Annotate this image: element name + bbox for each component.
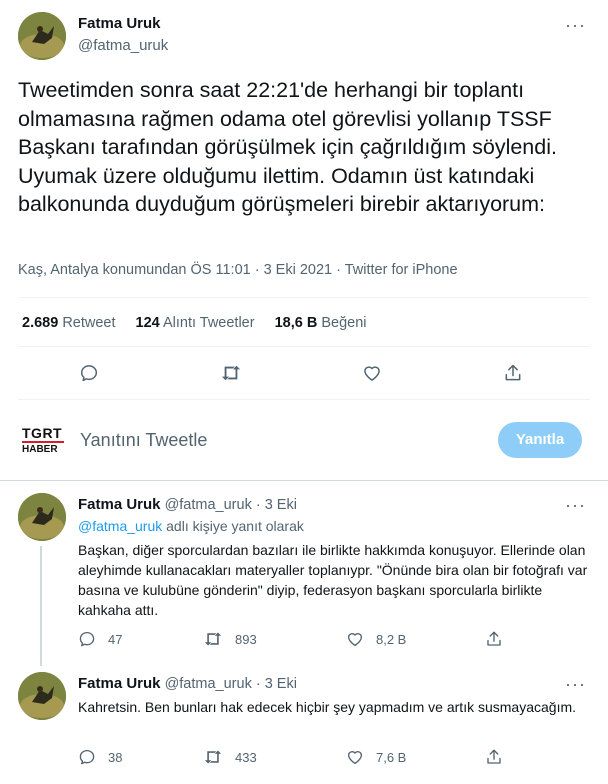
- replying-to-label: adlı kişiye yanıt olarak: [166, 518, 304, 534]
- reply-icon: [79, 631, 95, 647]
- retweet-action[interactable]: 893: [203, 630, 257, 648]
- like-action[interactable]: 8,2 B: [346, 630, 406, 648]
- reply-input[interactable]: Yanıtını Tweetle: [80, 430, 460, 451]
- like-icon: [347, 751, 363, 765]
- reply-avatar[interactable]: [18, 493, 66, 541]
- retweets-label: Retweet: [62, 315, 116, 331]
- retweets-count: 2.689: [22, 315, 59, 331]
- reply-author-handle[interactable]: @fatma_uruk: [165, 676, 252, 692]
- avatar-image: [18, 672, 66, 720]
- likes-label: Beğeni: [321, 315, 367, 331]
- replying-to-handle[interactable]: @fatma_uruk: [78, 518, 162, 534]
- retweet-count: 433: [235, 749, 257, 765]
- reply-count: 38: [108, 749, 123, 765]
- share-icon: [487, 749, 501, 764]
- reply-text: Kahretsin. Ben bunları hak edecek hiçbir…: [78, 699, 577, 715]
- share-action[interactable]: [485, 630, 503, 648]
- reply-icon[interactable]: [79, 363, 99, 383]
- reply-author-name[interactable]: Fatma Uruk: [78, 675, 161, 692]
- retweet-icon: [204, 750, 222, 764]
- more-options-icon[interactable]: ···: [565, 675, 586, 693]
- tgrt-logo-bottom: HABER: [22, 444, 58, 455]
- tgrt-logo-top: TGRT: [22, 425, 63, 441]
- likes-stat[interactable]: 18,6 B Beğeni: [275, 315, 367, 331]
- reply-avatar[interactable]: [18, 672, 66, 720]
- tweet-stats: 2.689 Retweet 124 Alıntı Tweetler 18,6 B…: [22, 315, 367, 331]
- like-action[interactable]: 7,6 B: [346, 748, 406, 766]
- avatar-image: [18, 493, 66, 541]
- reply-date[interactable]: · 3 Eki: [256, 676, 297, 692]
- share-icon: [487, 631, 501, 646]
- tweet-text: Tweetimden sonra saat 22:21'de herhangi …: [18, 78, 557, 216]
- reply-action[interactable]: 47: [78, 630, 122, 648]
- author-handle[interactable]: @fatma_uruk: [78, 37, 168, 54]
- author-name[interactable]: Fatma Uruk: [78, 15, 161, 32]
- retweet-icon[interactable]: [220, 363, 242, 383]
- share-icon[interactable]: [503, 363, 523, 383]
- reply-icon: [79, 749, 95, 765]
- likes-count: 18,6 B: [274, 315, 318, 331]
- reply-author-name[interactable]: Fatma Uruk: [78, 496, 161, 513]
- share-action[interactable]: [485, 748, 503, 766]
- tweet-meta[interactable]: Kaş, Antalya konumundan ÖS 11:01 · 3 Eki…: [18, 262, 458, 278]
- reply-text: Başkan, diğer sporculardan bazıları ile …: [78, 542, 588, 618]
- like-count: 8,2 B: [376, 631, 407, 647]
- like-icon[interactable]: [362, 363, 382, 383]
- reply-action[interactable]: 38: [78, 748, 122, 766]
- retweet-action[interactable]: 433: [203, 748, 257, 766]
- reply-submit-button[interactable]: Yanıtla: [498, 422, 582, 458]
- reply-header: Fatma Uruk @fatma_uruk · 3 Eki: [78, 496, 297, 513]
- composer-avatar[interactable]: TGRT HABER: [18, 416, 66, 464]
- reply-date[interactable]: · 3 Eki: [256, 497, 297, 513]
- avatar-image: [18, 12, 66, 60]
- like-count: 7,6 B: [376, 749, 407, 765]
- reply-header: Fatma Uruk @fatma_uruk · 3 Eki: [78, 675, 297, 692]
- replying-to: @fatma_uruk adlı kişiye yanıt olarak: [78, 518, 304, 534]
- retweets-stat[interactable]: 2.689 Retweet: [22, 315, 116, 331]
- retweet-count: 893: [235, 631, 257, 647]
- reply-author-handle[interactable]: @fatma_uruk: [165, 497, 252, 513]
- reply-count: 47: [108, 631, 123, 647]
- quotes-count: 124: [135, 315, 160, 331]
- tgrt-logo-divider: [22, 441, 64, 443]
- like-icon: [347, 633, 363, 647]
- quotes-stat[interactable]: 124 Alıntı Tweetler: [136, 315, 255, 331]
- more-options-icon[interactable]: ···: [565, 496, 586, 514]
- author-avatar[interactable]: [18, 12, 66, 60]
- thread-line: [40, 546, 42, 666]
- retweet-icon: [204, 632, 222, 646]
- more-options-icon[interactable]: ···: [565, 16, 586, 34]
- quotes-label: Alıntı Tweetler: [162, 315, 255, 331]
